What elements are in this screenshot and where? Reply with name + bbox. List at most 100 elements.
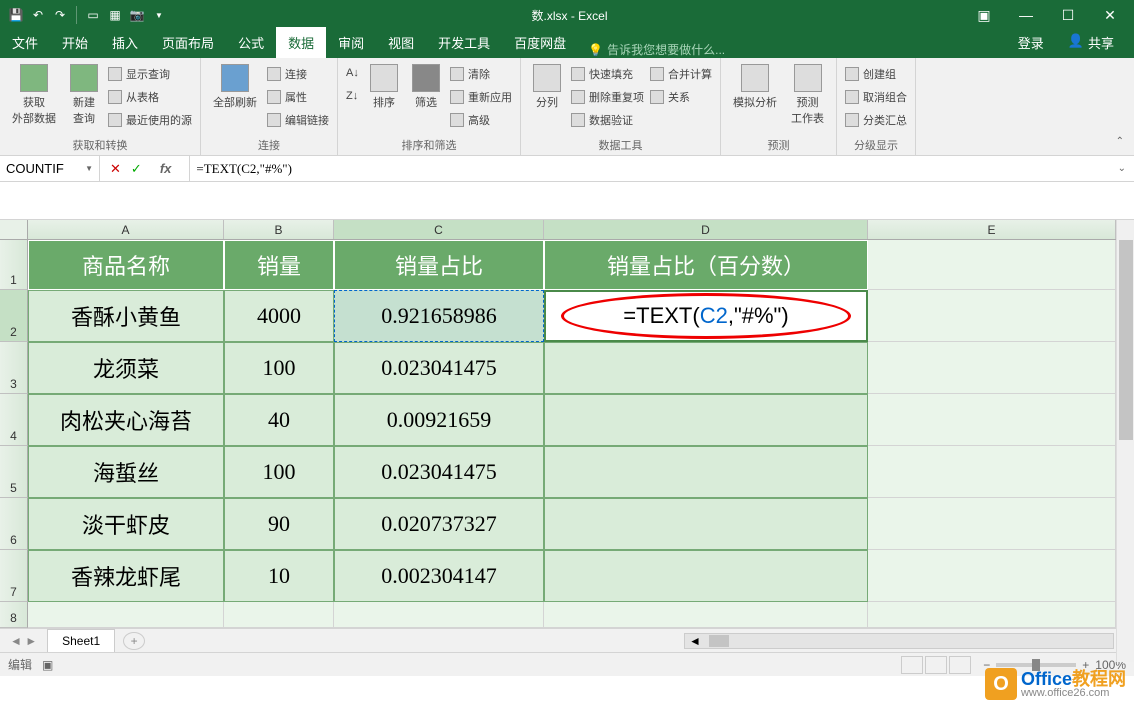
data-validation-button[interactable]: 数据验证 — [571, 110, 644, 130]
sheet-nav[interactable]: ◄ ► — [0, 634, 47, 648]
undo-icon[interactable]: ↶ — [30, 7, 46, 23]
save-icon[interactable]: 💾 — [8, 7, 24, 23]
row-header-4[interactable]: 4 — [0, 394, 28, 446]
new-icon[interactable]: ▦ — [107, 7, 123, 23]
cell-a3[interactable]: 龙须菜 — [28, 342, 224, 394]
row-header-7[interactable]: 7 — [0, 550, 28, 602]
minimize-icon[interactable]: — — [1006, 1, 1046, 29]
row-header-8[interactable]: 8 — [0, 602, 28, 628]
expand-formula-icon[interactable]: ⌄ — [1110, 163, 1134, 174]
cell-d8[interactable] — [544, 602, 868, 628]
formula-input[interactable]: =TEXT(C2,"#%") — [190, 161, 1109, 177]
cell-d7[interactable] — [544, 550, 868, 602]
cell-d3[interactable] — [544, 342, 868, 394]
cell-e7[interactable] — [868, 550, 1116, 602]
edit-links-button[interactable]: 编辑链接 — [267, 110, 329, 130]
cell-d1[interactable]: 销量占比（百分数） — [544, 240, 868, 290]
touch-mode-icon[interactable]: ▭ — [85, 7, 101, 23]
cell-a7[interactable]: 香辣龙虾尾 — [28, 550, 224, 602]
tab-developer[interactable]: 开发工具 — [426, 27, 502, 58]
name-box[interactable]: COUNTIF ▼ — [0, 156, 100, 181]
ungroup-button[interactable]: 取消组合 — [845, 87, 907, 107]
fx-icon[interactable]: fx — [152, 161, 180, 176]
advanced-filter-button[interactable]: 高级 — [450, 110, 512, 130]
flash-fill-button[interactable]: 快速填充 — [571, 64, 644, 84]
col-header-c[interactable]: C — [334, 220, 544, 239]
cell-c6[interactable]: 0.020737327 — [334, 498, 544, 550]
camera-icon[interactable]: 📷 — [129, 7, 145, 23]
relationships-button[interactable]: 关系 — [650, 87, 712, 107]
connections-button[interactable]: 连接 — [267, 64, 329, 84]
horizontal-scrollbar[interactable]: ◄ — [145, 633, 1134, 649]
reapply-button[interactable]: 重新应用 — [450, 87, 512, 107]
enter-icon[interactable]: ✓ — [131, 161, 142, 177]
redo-icon[interactable]: ↷ — [52, 7, 68, 23]
sort-az-button[interactable]: A↓ — [346, 64, 360, 84]
row-header-2[interactable]: 2 — [0, 290, 28, 342]
cell-e3[interactable] — [868, 342, 1116, 394]
vertical-scrollbar[interactable] — [1116, 220, 1134, 662]
sort-za-button[interactable]: Z↓ — [346, 87, 360, 107]
cell-a8[interactable] — [28, 602, 224, 628]
macro-record-icon[interactable]: ▣ — [42, 658, 53, 672]
cell-c1[interactable]: 销量占比 — [334, 240, 544, 290]
cell-a5[interactable]: 海蜇丝 — [28, 446, 224, 498]
sheet-tab-sheet1[interactable]: Sheet1 — [47, 629, 115, 652]
row-header-1[interactable]: 1 — [0, 240, 28, 290]
select-all-corner[interactable] — [0, 220, 28, 239]
share-button[interactable]: 👤共享 — [1056, 27, 1126, 58]
ribbon-display-icon[interactable]: ▣ — [964, 1, 1004, 29]
chevron-down-icon[interactable]: ▼ — [85, 164, 93, 173]
cell-b2[interactable]: 4000 — [224, 290, 334, 342]
cell-b8[interactable] — [224, 602, 334, 628]
maximize-icon[interactable]: ☐ — [1048, 1, 1088, 29]
cell-b3[interactable]: 100 — [224, 342, 334, 394]
cell-c7[interactable]: 0.002304147 — [334, 550, 544, 602]
cell-c4[interactable]: 0.00921659 — [334, 394, 544, 446]
cell-a1[interactable]: 商品名称 — [28, 240, 224, 290]
new-query-button[interactable]: 新建 查询 — [66, 62, 102, 128]
cell-b1[interactable]: 销量 — [224, 240, 334, 290]
cell-c8[interactable] — [334, 602, 544, 628]
tab-baidu[interactable]: 百度网盘 — [502, 27, 578, 58]
forecast-sheet-button[interactable]: 预测 工作表 — [787, 62, 828, 128]
cell-a2[interactable]: 香酥小黄鱼 — [28, 290, 224, 342]
from-table-button[interactable]: 从表格 — [108, 87, 192, 107]
col-header-b[interactable]: B — [224, 220, 334, 239]
cell-b7[interactable]: 10 — [224, 550, 334, 602]
tab-data[interactable]: 数据 — [276, 27, 326, 58]
consolidate-button[interactable]: 合并计算 — [650, 64, 712, 84]
filter-button[interactable]: 筛选 — [408, 62, 444, 112]
cell-b6[interactable]: 90 — [224, 498, 334, 550]
cell-d5[interactable] — [544, 446, 868, 498]
show-queries-button[interactable]: 显示查询 — [108, 64, 192, 84]
cell-e8[interactable] — [868, 602, 1116, 628]
remove-duplicates-button[interactable]: 删除重复项 — [571, 87, 644, 107]
col-header-a[interactable]: A — [28, 220, 224, 239]
refresh-all-button[interactable]: 全部刷新 — [209, 62, 261, 112]
cell-c3[interactable]: 0.023041475 — [334, 342, 544, 394]
cell-e1[interactable] — [868, 240, 1116, 290]
clear-filter-button[interactable]: 清除 — [450, 64, 512, 84]
cell-c2[interactable]: 0.921658986 — [334, 290, 544, 342]
tab-review[interactable]: 审阅 — [326, 27, 376, 58]
qat-customize-icon[interactable]: ▼ — [151, 7, 167, 23]
cell-d6[interactable] — [544, 498, 868, 550]
recent-sources-button[interactable]: 最近使用的源 — [108, 110, 192, 130]
page-break-view-button[interactable] — [949, 656, 971, 674]
cell-b4[interactable]: 40 — [224, 394, 334, 446]
cell-c5[interactable]: 0.023041475 — [334, 446, 544, 498]
col-header-e[interactable]: E — [868, 220, 1116, 239]
row-header-6[interactable]: 6 — [0, 498, 28, 550]
get-external-data-button[interactable]: 获取 外部数据 — [8, 62, 60, 128]
cell-d2-editing[interactable]: =TEXT(C2,"#%") — [544, 290, 868, 342]
close-icon[interactable]: ✕ — [1090, 1, 1130, 29]
login-link[interactable]: 登录 — [1006, 27, 1056, 58]
cell-e2[interactable] — [868, 290, 1116, 342]
text-to-columns-button[interactable]: 分列 — [529, 62, 565, 112]
subtotal-button[interactable]: 分类汇总 — [845, 110, 907, 130]
tab-home[interactable]: 开始 — [50, 27, 100, 58]
cell-a6[interactable]: 淡干虾皮 — [28, 498, 224, 550]
normal-view-button[interactable] — [901, 656, 923, 674]
cell-e6[interactable] — [868, 498, 1116, 550]
